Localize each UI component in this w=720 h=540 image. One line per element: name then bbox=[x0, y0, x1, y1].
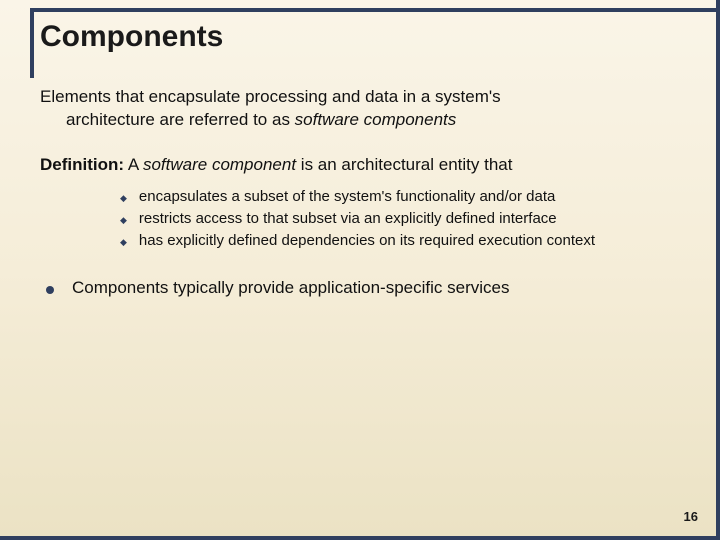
list-item: ◆ has explicitly defined dependencies on… bbox=[120, 231, 680, 251]
definition-em: software component bbox=[143, 155, 296, 174]
frame-bottom bbox=[0, 536, 720, 540]
definition-post: is an architectural entity that bbox=[296, 155, 512, 174]
list-item: ◆ restricts access to that subset via an… bbox=[120, 209, 680, 229]
closing-bullet: Components typically provide application… bbox=[46, 278, 680, 298]
bullet-text: encapsulates a subset of the system's fu… bbox=[139, 187, 555, 207]
page-number: 16 bbox=[684, 509, 698, 524]
definition-label: Definition: bbox=[40, 155, 124, 174]
frame-right bbox=[716, 0, 720, 540]
diamond-icon: ◆ bbox=[120, 236, 127, 248]
definition-bullets: ◆ encapsulates a subset of the system's … bbox=[120, 187, 680, 252]
diamond-icon: ◆ bbox=[120, 214, 127, 226]
bullet-text: has explicitly defined dependencies on i… bbox=[139, 231, 595, 251]
frame-left bbox=[30, 8, 34, 78]
intro-line2-prefix: architecture are referred to as bbox=[66, 110, 295, 129]
definition-line: Definition: A software component is an a… bbox=[40, 154, 680, 177]
intro-paragraph: Elements that encapsulate processing and… bbox=[40, 86, 680, 132]
intro-line2: architecture are referred to as software… bbox=[40, 109, 456, 132]
bullet-icon bbox=[46, 286, 54, 294]
definition-pre: A bbox=[124, 155, 143, 174]
slide-content: Elements that encapsulate processing and… bbox=[40, 86, 680, 298]
list-item: ◆ encapsulates a subset of the system's … bbox=[120, 187, 680, 207]
intro-line2-em: software components bbox=[295, 110, 457, 129]
bullet-text: restricts access to that subset via an e… bbox=[139, 209, 557, 229]
diamond-icon: ◆ bbox=[120, 192, 127, 204]
intro-line1: Elements that encapsulate processing and… bbox=[40, 87, 501, 106]
frame-top bbox=[30, 8, 720, 12]
closing-text: Components typically provide application… bbox=[72, 278, 509, 298]
slide-title: Components bbox=[40, 20, 223, 54]
